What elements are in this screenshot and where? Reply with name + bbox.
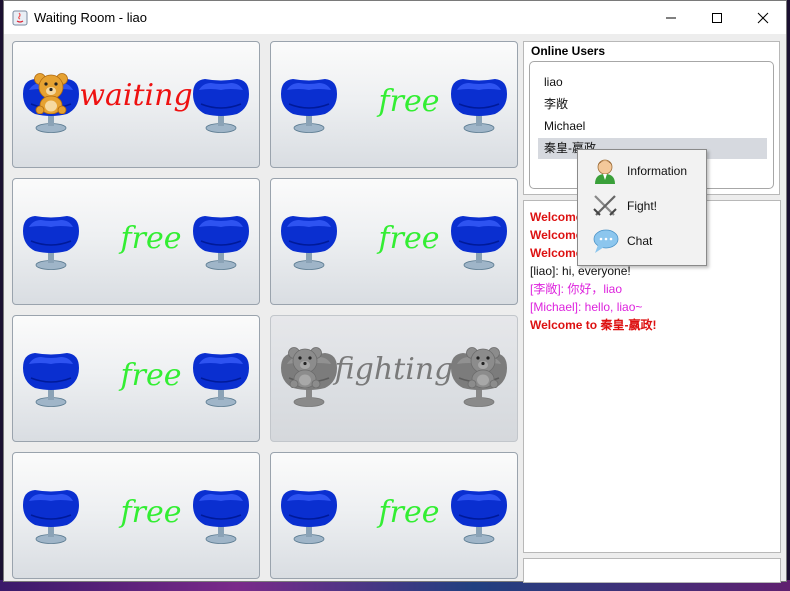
room-tile-free[interactable]: free <box>270 178 518 305</box>
java-app-icon <box>12 10 28 25</box>
room-tile-free[interactable]: free <box>270 452 518 579</box>
user-list-item[interactable]: 李敞 <box>538 94 767 115</box>
user-info-icon <box>595 159 615 184</box>
room-tile-free[interactable]: free <box>12 452 260 579</box>
room-tile-fighting: fighting <box>270 315 518 442</box>
room-status-label: free <box>378 84 440 119</box>
menu-item-label: Information <box>627 164 688 178</box>
room-tile-free[interactable]: free <box>12 315 260 442</box>
chat-message: [Michael]: hello, liao~ <box>530 300 643 314</box>
minimize-icon <box>666 17 676 18</box>
user-list-item[interactable]: Michael <box>538 116 767 137</box>
room-status-label: fighting <box>334 352 454 387</box>
chat-message: Welcome to 秦皇-嬴政! <box>530 318 657 332</box>
menu-item-chat[interactable]: Chat <box>578 224 706 258</box>
close-icon <box>757 12 769 23</box>
room-status-label: free <box>378 221 440 256</box>
room-status-label: free <box>120 495 182 530</box>
maximize-button[interactable] <box>694 1 740 34</box>
chat-message: Welcome <box>530 228 583 242</box>
room-status-label: free <box>120 221 182 256</box>
minimize-button[interactable] <box>648 1 694 34</box>
crossed-swords-icon <box>593 195 617 216</box>
menu-item-information[interactable]: Information <box>578 154 706 188</box>
room-tile-waiting[interactable]: waiting <box>12 41 260 168</box>
app-window: Waiting Room - liao waiting free free fr… <box>3 0 787 583</box>
chat-message: [李敞]: 你好，liao <box>530 282 623 296</box>
chat-input[interactable] <box>523 558 781 583</box>
chat-message: Welcome <box>530 246 583 260</box>
room-status-label: free <box>120 358 182 393</box>
maximize-icon <box>712 12 722 23</box>
menu-item-label: Fight! <box>627 199 658 213</box>
online-users-title: Online Users <box>531 44 606 58</box>
user-context-menu: Information Fight! Chat <box>577 149 707 266</box>
title-bar: Waiting Room - liao <box>4 1 786 34</box>
close-button[interactable] <box>740 1 786 34</box>
room-tile-free[interactable]: free <box>12 178 260 305</box>
menu-item-label: Chat <box>627 234 653 248</box>
chat-message: Welcome <box>530 210 583 224</box>
room-tile-free[interactable]: free <box>270 41 518 168</box>
room-status-label: free <box>378 495 440 530</box>
user-list-item[interactable]: liao <box>538 72 767 93</box>
window-title: Waiting Room - liao <box>34 10 147 25</box>
menu-item-fight[interactable]: Fight! <box>578 189 706 223</box>
room-status-label: waiting <box>79 78 193 113</box>
window-content: waiting free free free free fighting fre… <box>4 34 786 583</box>
chat-bubble-icon <box>593 229 619 253</box>
